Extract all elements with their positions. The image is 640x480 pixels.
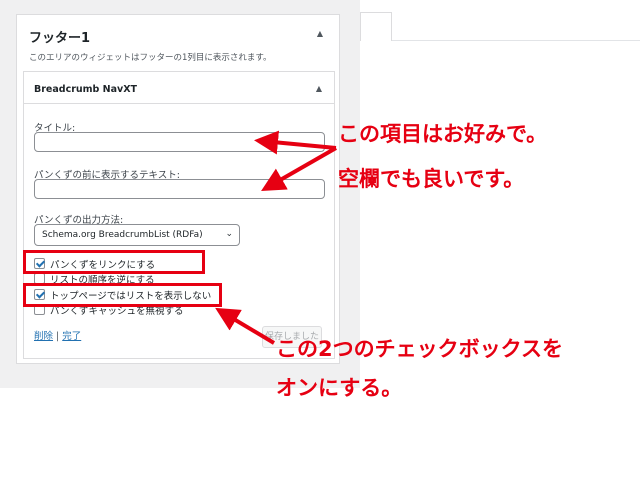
arrow-to-prefix-input: [261, 146, 337, 191]
annotation-arrows: [215, 130, 337, 345]
arrow-to-hide-front-checkbox: [215, 307, 276, 345]
annotation-note2-line1: この2つのチェックボックスを: [276, 337, 563, 361]
annotation-note2-line2: オンにする。: [276, 376, 403, 400]
arrow-to-title-input: [254, 130, 337, 155]
annotation-note1-line2: 空欄でも良いです。: [338, 167, 525, 191]
annotation-note1-line1: この項目はお好みで。: [338, 122, 548, 146]
